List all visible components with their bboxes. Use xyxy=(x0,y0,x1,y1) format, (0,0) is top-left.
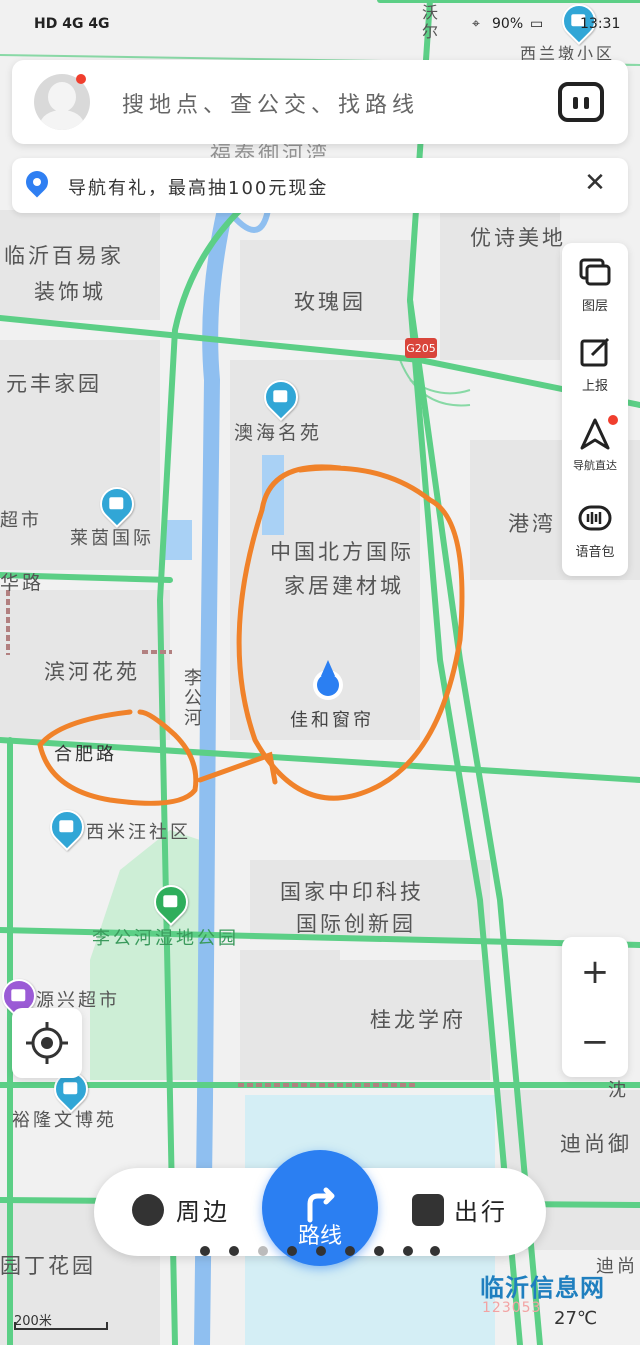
nearby-button[interactable]: 周边 xyxy=(176,1192,230,1227)
label-yulong: 裕隆文博苑 xyxy=(12,1110,117,1131)
page-dots xyxy=(200,1246,440,1256)
nav-direct-button[interactable]: 导航直达 xyxy=(562,409,628,489)
promo-banner[interactable]: 导航有礼，最高抽100元现金 ✕ xyxy=(12,158,628,213)
promo-text: 导航有礼，最高抽100元现金 xyxy=(68,178,329,199)
signal-indicators: HD 4G 4G xyxy=(34,16,110,32)
travel-icon xyxy=(412,1194,444,1226)
voice-pack-label: 语音包 xyxy=(575,545,615,560)
layers-icon xyxy=(579,258,611,286)
search-bar[interactable]: 搜地点、查公交、找路线 xyxy=(12,60,628,144)
layers-label: 图层 xyxy=(581,299,608,314)
label-aohai: 澳海名苑 xyxy=(234,422,323,444)
report-label: 上报 xyxy=(581,379,608,394)
label-zhongyin: 国家中印科技 xyxy=(280,880,424,904)
label-jiaju: 家居建材城 xyxy=(284,574,404,598)
battery-icon: ▭ xyxy=(530,16,544,32)
status-bar: HD 4G 4G ⌖ 90% ▭ 13:31 xyxy=(0,0,640,54)
watermark: 临沂信息网 xyxy=(480,1274,605,1302)
zoom-control: + − xyxy=(562,937,628,1077)
label-chuangxin: 国际创新园 xyxy=(296,912,416,936)
label-yuanfeng: 元丰家园 xyxy=(6,372,102,396)
location-pin-icon xyxy=(21,166,53,198)
crosshair-icon xyxy=(26,1022,68,1064)
label-jiahe: 佳和窗帘 xyxy=(290,710,374,731)
locate-button[interactable] xyxy=(12,1008,82,1078)
label-youshi: 优诗美地 xyxy=(470,226,566,250)
label-guilong: 桂龙学府 xyxy=(370,1008,466,1032)
label-laiyin: 莱茵国际 xyxy=(70,528,154,549)
weather-temp: 27℃ xyxy=(554,1308,598,1329)
label-yuanding: 园丁花园 xyxy=(0,1254,96,1278)
label-hefei: 合肥路 xyxy=(54,744,117,765)
report-button[interactable]: 上报 xyxy=(562,327,628,407)
label-beifang: 中国北方国际 xyxy=(270,540,414,564)
notification-dot xyxy=(76,74,86,84)
clock: 13:31 xyxy=(580,16,621,32)
map-tools-panel: 图层 上报 导航直达 语音包 xyxy=(562,243,628,576)
location-icon: ⌖ xyxy=(472,16,480,32)
label-wetland: 李公河湿地公园 xyxy=(92,928,239,949)
close-icon[interactable]: ✕ xyxy=(580,168,610,198)
layers-button[interactable]: 图层 xyxy=(562,247,628,327)
g205-label: G205 xyxy=(406,342,436,355)
label-meigui: 玫瑰园 xyxy=(294,290,366,314)
label-shen: 沈 xyxy=(608,1080,629,1101)
watermark-sub: 123053 xyxy=(482,1300,542,1316)
nav-direct-label: 导航直达 xyxy=(573,459,617,472)
label-ximiwang: 西米汪社区 xyxy=(86,822,191,843)
label-gangwan: 港湾 xyxy=(508,512,556,536)
label-linyi-baiyi: 临沂百易家 xyxy=(4,244,124,268)
label-ligonghe: 李公河 xyxy=(181,668,202,728)
nav-notification-dot xyxy=(608,415,618,425)
label-huarao: 华路 xyxy=(0,572,45,594)
edit-icon xyxy=(580,337,610,367)
label-zhuangshi: 装饰城 xyxy=(34,280,106,304)
label-dishang: 迪尚御 xyxy=(560,1132,632,1156)
battery-level: 90% xyxy=(492,16,524,32)
scale-label: 200米 xyxy=(14,1314,52,1329)
voice-pack-icon xyxy=(578,505,612,531)
label-chaoshi: 超市 xyxy=(0,510,42,531)
voice-pack-button[interactable]: 语音包 xyxy=(562,493,628,573)
navigation-arrow-icon xyxy=(580,418,610,450)
zoom-out-button[interactable]: − xyxy=(562,1007,628,1077)
voice-assistant-icon[interactable] xyxy=(558,82,604,122)
zoom-in-button[interactable]: + xyxy=(562,937,628,1007)
label-binhe: 滨河花苑 xyxy=(44,660,140,684)
compass-icon xyxy=(132,1194,164,1226)
search-input[interactable]: 搜地点、查公交、找路线 xyxy=(122,87,419,119)
map-scale: 200米 xyxy=(14,1310,108,1330)
travel-button[interactable]: 出行 xyxy=(454,1192,508,1227)
